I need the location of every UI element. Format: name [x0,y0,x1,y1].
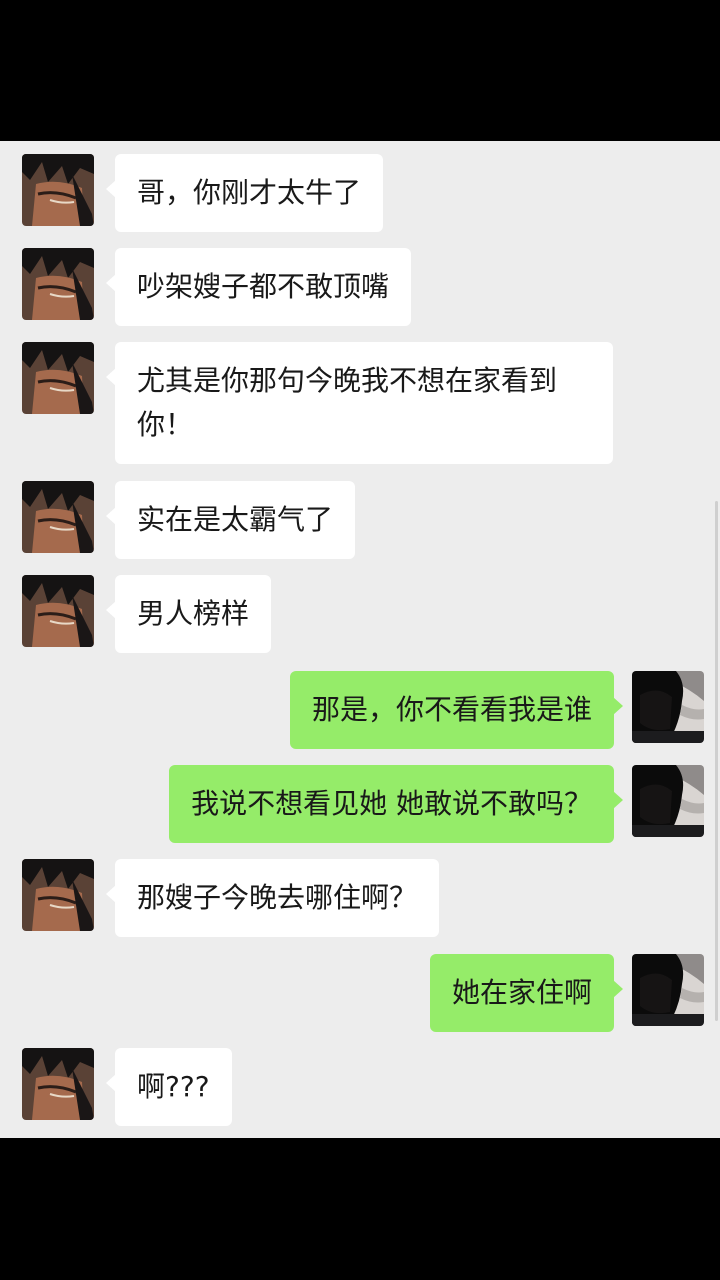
incoming-message-bubble[interactable]: 实在是太霸气了 [105,481,356,559]
incoming-message-bubble[interactable]: 啊??? [106,1048,232,1126]
friend-avatar-icon[interactable] [22,154,94,226]
incoming-message-bubble[interactable]: 哥，你刚才太牛了 [105,154,384,232]
friend-avatar-icon[interactable] [22,859,94,931]
outgoing-message-bubble[interactable]: 我说不想看见她 她敢说不敢吗？ [169,765,623,843]
incoming-message-bubble[interactable]: 那嫂子今晚去哪住啊？ [105,859,440,937]
incoming-message-bubble[interactable]: 尤其是你那句今晚我不想在家看到你！ [106,342,613,464]
my-avatar-icon[interactable] [632,954,704,1026]
friend-avatar-icon[interactable] [22,248,94,320]
my-avatar-icon[interactable] [632,671,704,743]
outgoing-message-bubble[interactable]: 那是，你不看看我是谁 [289,671,624,749]
chat-message-list[interactable]: 哥，你刚才太牛了 吵架嫂子都不敢顶嘴 尤其是你那句今晚我不想在家看到你！ 实在是… [0,141,720,1138]
incoming-message-bubble[interactable]: 吵架嫂子都不敢顶嘴 [105,248,412,326]
friend-avatar-icon[interactable] [22,1048,94,1120]
friend-avatar-icon[interactable] [22,342,94,414]
friend-avatar-icon[interactable] [22,575,94,647]
chat-scrollbar[interactable] [715,501,718,1021]
incoming-message-bubble[interactable]: 男人榜样 [105,575,272,653]
my-avatar-icon[interactable] [632,765,704,837]
outgoing-message-bubble[interactable]: 她在家住啊 [429,954,624,1032]
friend-avatar-icon[interactable] [22,481,94,553]
screen-frame: 哥，你刚才太牛了 吵架嫂子都不敢顶嘴 尤其是你那句今晚我不想在家看到你！ 实在是… [0,0,720,1280]
